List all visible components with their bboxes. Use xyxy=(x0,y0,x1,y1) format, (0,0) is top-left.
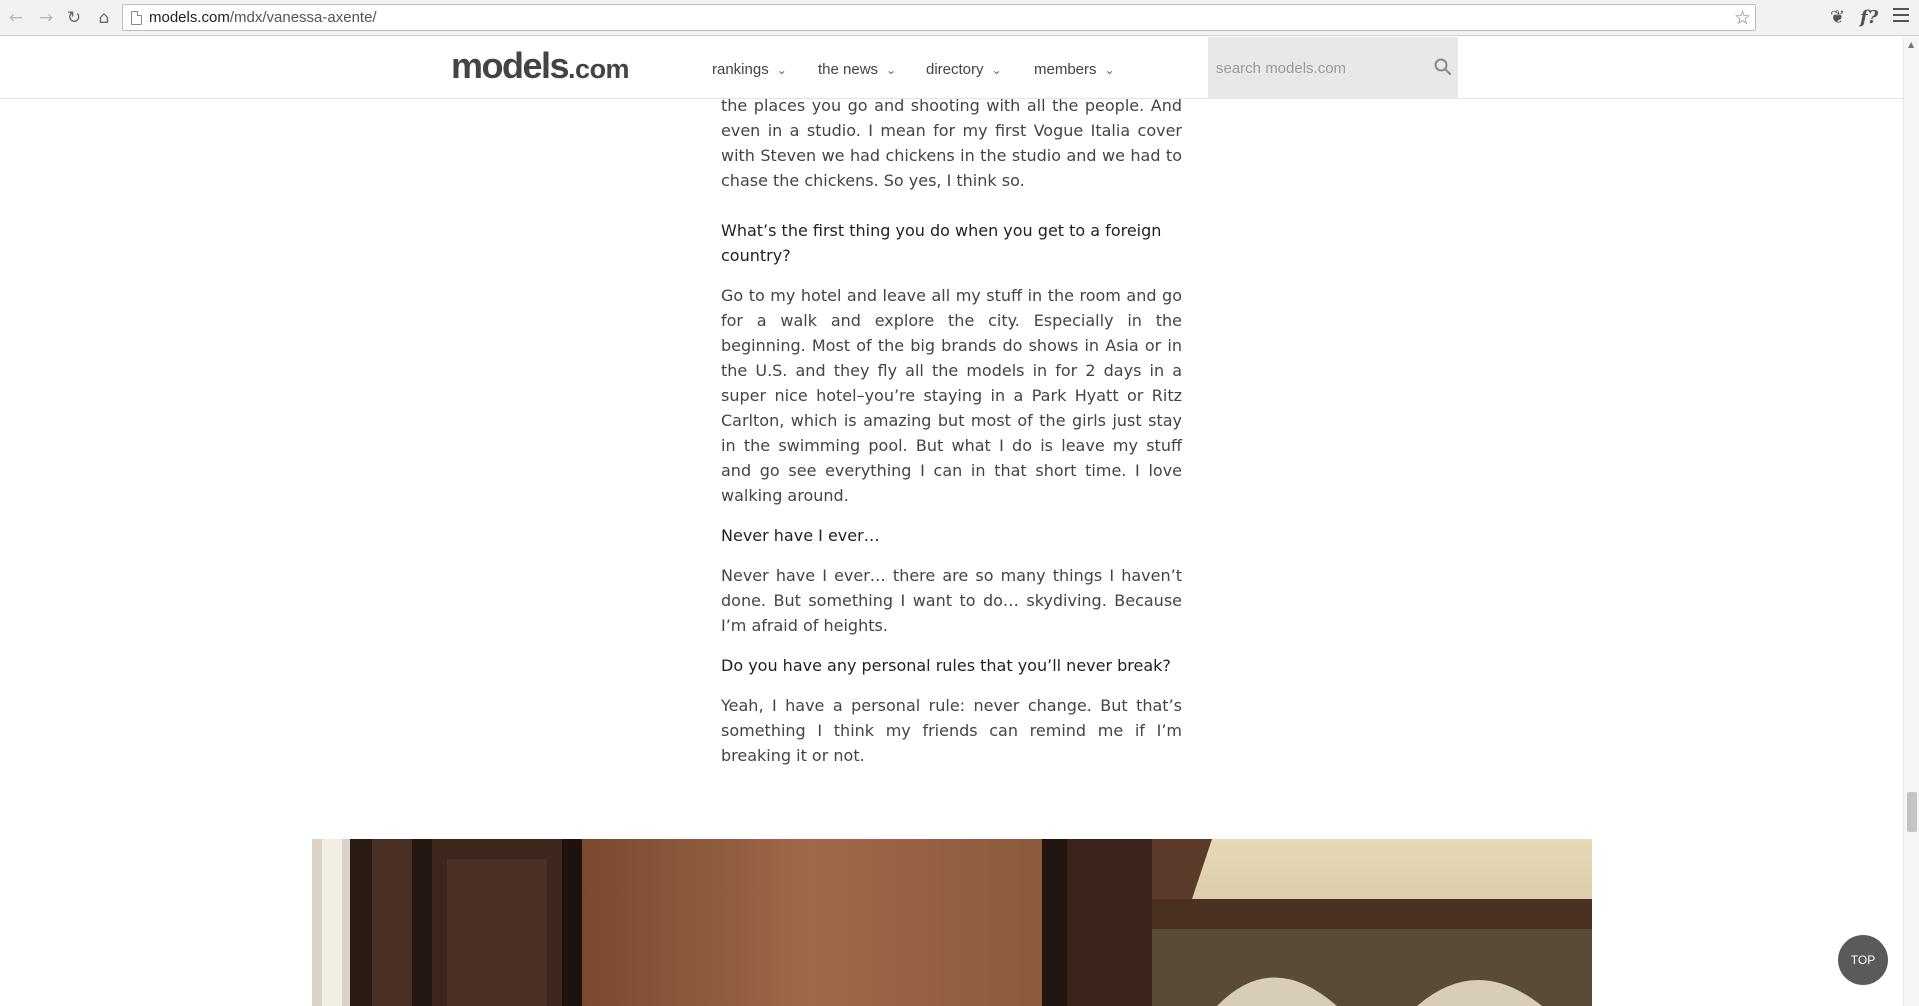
site-logo[interactable]: models.com xyxy=(451,45,630,87)
interview-answer: Never have I ever… there are so many thi… xyxy=(721,566,1182,635)
article-photo xyxy=(312,839,1592,1006)
browser-menu-icon[interactable] xyxy=(1893,8,1909,22)
site-header: models.com rankings ⌄ the news ⌄ directory… xyxy=(0,37,1903,99)
article-body: still it’s one of the most amazing jobs … xyxy=(721,81,1182,783)
nav-the-news[interactable]: the news ⌄ xyxy=(818,61,896,78)
search-input[interactable] xyxy=(1216,57,1416,79)
scrollbar-thumb[interactable] xyxy=(1907,792,1917,832)
interview-question: Never have I ever… xyxy=(721,526,880,545)
nav-label: the news xyxy=(818,61,879,78)
forward-icon[interactable]: → xyxy=(34,6,58,30)
chevron-down-icon: ⌄ xyxy=(1104,63,1115,77)
article-paragraph-partial: still it’s one of the most amazing jobs … xyxy=(721,81,1182,203)
url-domain: models.com xyxy=(149,9,230,26)
browser-toolbar: ← → ↻ ⌂ models.com/mdx/vanessa-axente/ ☆… xyxy=(0,0,1919,36)
page-scrollbar[interactable]: ▲ xyxy=(1903,37,1919,1006)
chevron-down-icon: ⌄ xyxy=(776,63,787,77)
extension-icon[interactable]: ❦ xyxy=(1830,7,1845,29)
search-box xyxy=(1208,37,1458,99)
logo-main: models xyxy=(451,45,570,86)
nav-label: directory xyxy=(926,61,984,78)
nav-label: members xyxy=(1034,61,1097,78)
nav-label: rankings xyxy=(712,61,769,78)
interview-answer: Yeah, I have a personal rule: never chan… xyxy=(721,696,1182,765)
home-icon[interactable]: ⌂ xyxy=(92,6,116,30)
scroll-up-icon[interactable]: ▲ xyxy=(1908,40,1914,49)
reload-icon[interactable]: ↻ xyxy=(62,6,86,30)
interview-question: Do you have any personal rules that you’… xyxy=(721,656,1171,675)
interior-room-image xyxy=(312,839,1592,1006)
url-text[interactable]: models.com/mdx/vanessa-axente/ xyxy=(149,9,377,26)
page-icon xyxy=(131,11,142,25)
nav-rankings[interactable]: rankings ⌄ xyxy=(712,61,787,78)
back-icon[interactable]: ← xyxy=(4,6,28,30)
interview-answer: Go to my hotel and leave all my stuff in… xyxy=(721,286,1182,505)
back-to-top-button[interactable]: TOP xyxy=(1838,935,1888,985)
chevron-down-icon: ⌄ xyxy=(991,63,1002,77)
nav-members[interactable]: members ⌄ xyxy=(1034,61,1115,78)
interview-question: What’s the first thing you do when you g… xyxy=(721,221,1162,265)
nav-directory[interactable]: directory ⌄ xyxy=(926,61,1002,78)
bookmark-star-icon[interactable]: ☆ xyxy=(1734,7,1751,29)
fonts-extension-icon[interactable]: f? xyxy=(1860,7,1878,29)
logo-tld: .com xyxy=(568,54,630,84)
search-icon[interactable] xyxy=(1433,57,1453,77)
url-path: /mdx/vanessa-axente/ xyxy=(229,9,377,26)
chevron-down-icon: ⌄ xyxy=(886,63,897,77)
address-bar[interactable]: models.com/mdx/vanessa-axente/ ☆ xyxy=(122,4,1756,31)
